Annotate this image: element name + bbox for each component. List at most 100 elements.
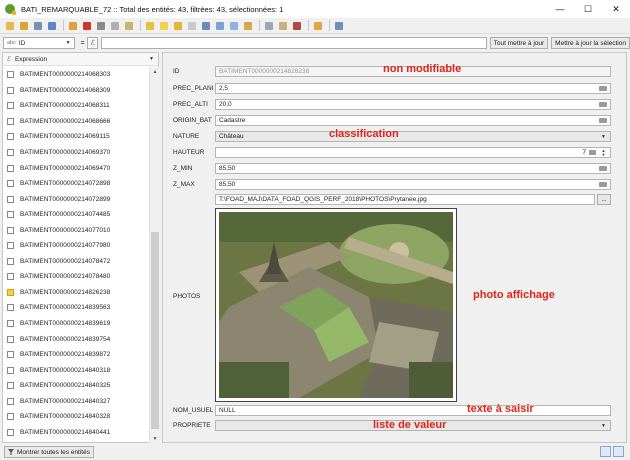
show-all-features-button[interactable]: Montrer toutes les entités	[4, 446, 94, 458]
update-selection-button[interactable]: Mettre à jour la sélection	[551, 37, 630, 49]
zoom-to-selection-button[interactable]	[242, 20, 253, 31]
clear-icon[interactable]	[599, 102, 607, 107]
checkbox-icon[interactable]	[7, 428, 14, 436]
delete-feature-button[interactable]	[81, 20, 92, 31]
list-item[interactable]: BATIMENT0000000214068309	[3, 83, 149, 99]
checkbox-icon[interactable]	[7, 102, 14, 110]
list-item[interactable]: BATIMENT0000000214078480	[3, 269, 149, 285]
filter-button[interactable]	[200, 20, 211, 31]
minimize-button[interactable]: —	[546, 0, 574, 18]
checkbox-icon[interactable]	[7, 226, 14, 234]
list-item[interactable]: BATIMENT0000000214068303	[3, 67, 149, 83]
toggle-edit-button[interactable]	[4, 20, 15, 31]
save-edits-button[interactable]	[32, 20, 43, 31]
prec-plani-field[interactable]: 2,5	[215, 83, 611, 94]
nom-usuel-field[interactable]: NULL	[215, 405, 611, 416]
checkbox-icon[interactable]	[7, 149, 14, 156]
multi-edit-button[interactable]	[18, 20, 29, 31]
list-item[interactable]: BATIMENT0000000214840325	[3, 378, 149, 394]
expression-builder-button[interactable]: ℰ	[87, 37, 99, 49]
checkbox-icon[interactable]	[7, 382, 14, 390]
reload-button[interactable]	[46, 20, 57, 31]
list-item[interactable]: BATIMENT0000000214072898	[3, 176, 149, 192]
cut-button[interactable]	[95, 20, 106, 31]
move-selection-top-button[interactable]	[214, 20, 225, 31]
scroll-up-icon[interactable]: ▲	[150, 67, 160, 76]
list-item[interactable]: BATIMENT0000000214069470	[3, 160, 149, 176]
paste-button[interactable]	[123, 20, 134, 31]
list-item[interactable]: BATIMENT0000000214069115	[3, 129, 149, 145]
list-item[interactable]: BATIMENT0000000214074485	[3, 207, 149, 223]
list-item[interactable]: BATIMENT0000000214839754	[3, 331, 149, 347]
list-item[interactable]: BATIMENT0000000214840328	[3, 409, 149, 425]
checkbox-icon[interactable]	[7, 273, 14, 281]
checkbox-icon[interactable]	[7, 320, 14, 328]
z-min-field[interactable]: 85,50	[215, 163, 611, 174]
delete-field-button[interactable]	[291, 20, 302, 31]
clear-icon[interactable]	[599, 182, 607, 187]
list-item[interactable]: BATIMENT0000000214840327	[3, 393, 149, 409]
maximize-button[interactable]: ☐	[574, 0, 602, 18]
spin-arrows-icon[interactable]: ▲ ▼	[599, 148, 608, 157]
checkbox-icon[interactable]	[7, 133, 14, 141]
scrollbar-thumb[interactable]	[151, 232, 159, 429]
checkbox-icon[interactable]	[7, 366, 14, 374]
checkbox-icon[interactable]	[7, 257, 14, 265]
add-feature-button[interactable]	[67, 20, 78, 31]
table-view-button[interactable]	[600, 446, 611, 457]
list-item[interactable]: BATIMENT0000000214840318	[3, 362, 149, 378]
clear-icon[interactable]	[599, 86, 607, 91]
scroll-down-icon[interactable]: ▼	[150, 434, 160, 443]
list-item[interactable]: BATIMENT0000000214839619	[3, 316, 149, 332]
checkbox-icon[interactable]	[7, 86, 14, 94]
checkbox-icon[interactable]	[7, 117, 14, 125]
checkbox-icon[interactable]	[7, 71, 14, 79]
checkbox-icon[interactable]	[7, 211, 14, 219]
invert-selection-button[interactable]	[172, 20, 183, 31]
feature-list-scrollbar[interactable]: ▲ ▼	[149, 67, 159, 443]
checkbox-icon[interactable]	[7, 195, 14, 203]
list-item[interactable]: BATIMENT0000000214072899	[3, 191, 149, 207]
list-item[interactable]: BATIMENT0000000214078472	[3, 254, 149, 270]
copy-rows-button[interactable]	[263, 20, 274, 31]
list-item[interactable]: BATIMENT0000000214839872	[3, 347, 149, 363]
checkbox-icon[interactable]	[7, 164, 14, 172]
pan-to-selection-button[interactable]	[228, 20, 239, 31]
list-item[interactable]: BATIMENT0000000214069370	[3, 145, 149, 161]
form-view-button[interactable]	[613, 446, 624, 457]
checkbox-icon[interactable]	[7, 288, 14, 296]
close-button[interactable]: ✕	[602, 0, 630, 18]
list-item[interactable]: BATIMENT0000000214068666	[3, 114, 149, 130]
checkbox-icon[interactable]	[7, 304, 14, 312]
browse-button[interactable]: ...	[597, 194, 611, 205]
checkbox-icon[interactable]	[7, 351, 14, 359]
photo-path-field[interactable]: T:\FOAD_MAJ\DATA_FOAD_QGIS_PERF_2018\PHO…	[215, 194, 595, 205]
z-max-field[interactable]: 85,50	[215, 179, 611, 190]
checkbox-icon[interactable]	[7, 180, 14, 188]
expression-dropdown[interactable]: ℰ Expression ▼	[3, 53, 158, 66]
clear-icon[interactable]	[599, 118, 607, 123]
clear-icon[interactable]	[589, 150, 596, 155]
expression-value-input[interactable]	[101, 37, 487, 49]
checkbox-icon[interactable]	[7, 397, 14, 405]
nature-select[interactable]: Château ▼	[215, 131, 611, 142]
select-expression-button[interactable]	[144, 20, 155, 31]
actions-button[interactable]	[333, 20, 344, 31]
select-all-button[interactable]	[158, 20, 169, 31]
paste-rows-button[interactable]	[277, 20, 288, 31]
update-all-button[interactable]: Tout mettre à jour	[489, 37, 549, 49]
field-calculator-button[interactable]	[312, 20, 323, 31]
field-selector[interactable]: abc ID ▼	[3, 37, 75, 49]
list-item[interactable]: BATIMENT0000000214077980	[3, 238, 149, 254]
list-item[interactable]: BATIMENT0000000214077010	[3, 222, 149, 238]
list-item[interactable]: BATIMENT0000000214839563	[3, 300, 149, 316]
checkbox-icon[interactable]	[7, 413, 14, 421]
list-item[interactable]: BATIMENT0000000214840441	[3, 425, 149, 441]
hauteur-spinbox[interactable]: 7 ▲ ▼	[215, 147, 611, 158]
copy-button[interactable]	[109, 20, 120, 31]
deselect-button[interactable]	[186, 20, 197, 31]
list-item[interactable]: BATIMENT0000000214068311	[3, 98, 149, 114]
list-item[interactable]: BATIMENT0000000214826238	[3, 284, 149, 301]
checkbox-icon[interactable]	[7, 335, 14, 343]
clear-icon[interactable]	[599, 166, 607, 171]
